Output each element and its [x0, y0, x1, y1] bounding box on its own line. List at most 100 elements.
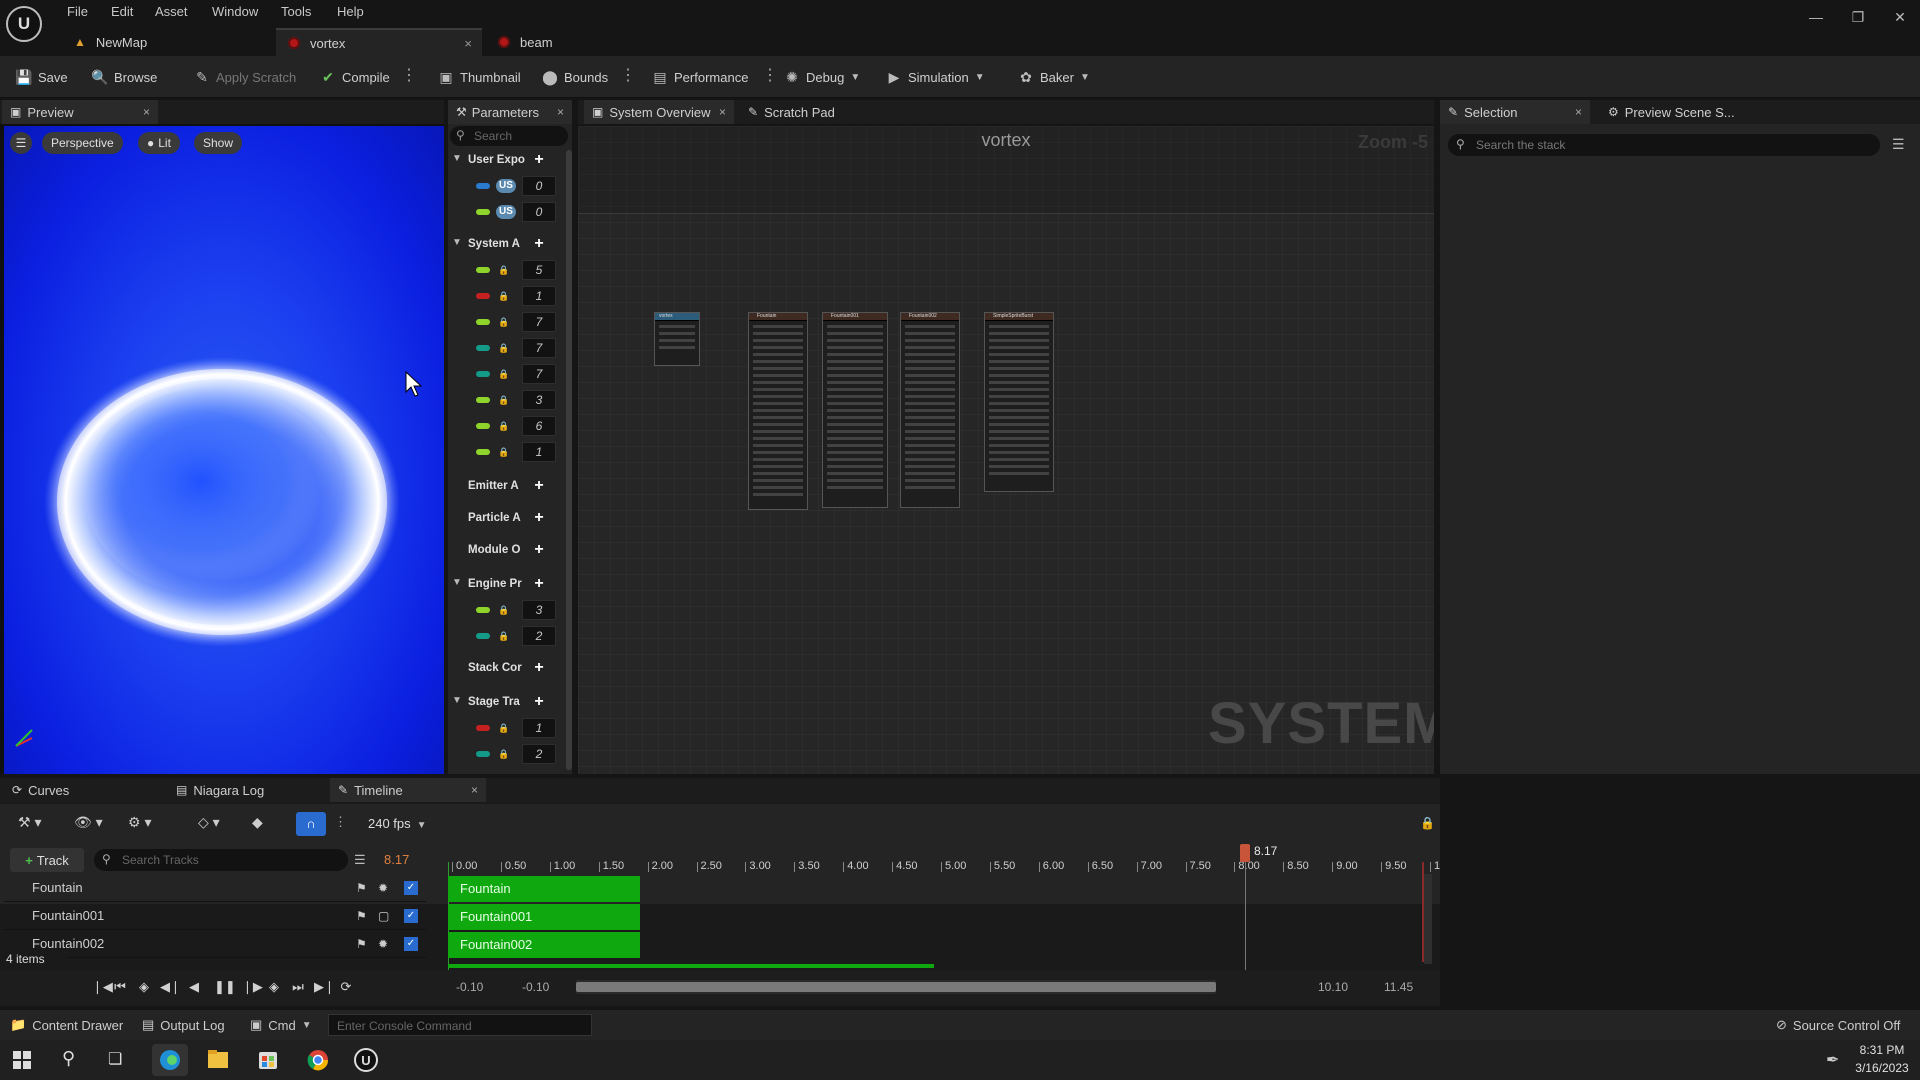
set-start-icon[interactable]: ❘◀: [92, 978, 113, 996]
parameter-value[interactable]: 0: [522, 176, 556, 196]
pen-icon[interactable]: ✒: [1826, 1050, 1839, 1070]
clock-date[interactable]: 3/16/2023: [1850, 1061, 1914, 1075]
playhead-handle[interactable]: [1240, 844, 1250, 862]
pin-icon[interactable]: ⚑: [356, 909, 367, 923]
parameter-value[interactable]: 3: [522, 390, 556, 410]
time-ruler[interactable]: 0.00 0.50 1.00 1.50 2.00 2.50 3.00 3.50 4.00 4.50…: [448, 854, 1440, 872]
category-engine-provided[interactable]: ▼ Engine Pr +: [448, 572, 572, 596]
add-parameter-icon[interactable]: +: [532, 510, 546, 526]
apply-scratch-button[interactable]: ✎ Apply Scratch: [194, 64, 296, 90]
parameter-value[interactable]: 6: [522, 416, 556, 436]
tab-selection[interactable]: ✎ Selection ×: [1440, 100, 1590, 124]
minimize-icon[interactable]: —: [1794, 6, 1838, 28]
category-system-attributes[interactable]: ▼ System A +: [448, 232, 572, 256]
performance-options-icon[interactable]: ⋮: [762, 66, 778, 86]
fountain-section-bar[interactable]: Fountain: [448, 876, 640, 902]
parameter-value[interactable]: 7: [522, 312, 556, 332]
parameter-value[interactable]: 1: [522, 442, 556, 462]
step-back-icon[interactable]: ◀❘: [160, 978, 181, 996]
current-time-readout[interactable]: 8.17: [384, 852, 409, 867]
category-stack-context[interactable]: Stack Cor +: [448, 656, 572, 680]
compile-button[interactable]: ✔ Compile: [320, 64, 390, 90]
tab-system-overview[interactable]: ▣ System Overview ×: [584, 100, 734, 124]
auto-key-icon[interactable]: ◆: [252, 814, 263, 831]
tab-preview-scene-settings[interactable]: ⚙ Preview Scene S...: [1600, 100, 1770, 124]
snap-toggle-icon[interactable]: ∩: [296, 812, 326, 836]
add-parameter-icon[interactable]: +: [532, 694, 546, 710]
cmd-dropdown[interactable]: ▣ Cmd ▼: [250, 1017, 312, 1033]
doc-tab-newmap[interactable]: ▲ NewMap: [62, 28, 272, 56]
bounds-button[interactable]: ⬤ Bounds: [542, 64, 608, 90]
stack-search-input[interactable]: ⚲ Search the stack: [1448, 134, 1880, 156]
parameter-value[interactable]: 2: [522, 744, 556, 764]
track-enabled-checkbox[interactable]: ✓: [404, 881, 418, 895]
output-log-button[interactable]: ▤ Output Log: [142, 1017, 225, 1033]
loop-icon[interactable]: ⟳: [338, 978, 354, 996]
fountain002-section-bar[interactable]: Fountain002: [448, 932, 640, 958]
save-button[interactable]: 💾 Save: [15, 64, 67, 90]
add-parameter-icon[interactable]: +: [532, 152, 546, 168]
node-fountain002[interactable]: Fountain002: [900, 312, 960, 508]
play-reverse-icon[interactable]: ◀: [186, 978, 202, 996]
param-user-1[interactable]: US 0: [448, 200, 572, 224]
parameter-value[interactable]: 0: [522, 202, 556, 222]
microsoft-store-icon[interactable]: [250, 1044, 286, 1076]
view-range-slider[interactable]: [576, 982, 1216, 992]
view-end-value[interactable]: 10.10: [1318, 980, 1348, 994]
close-tab-icon[interactable]: ×: [719, 105, 726, 119]
fps-dropdown[interactable]: 240 fps ▼: [368, 816, 427, 831]
track-enabled-checkbox[interactable]: ✓: [404, 909, 418, 923]
category-module-outputs[interactable]: Module O +: [448, 538, 572, 562]
track-row[interactable]: Fountain002 ⚑ ✹ ✓: [4, 930, 426, 958]
sprite-icon[interactable]: ▢: [378, 909, 389, 923]
param-system-7[interactable]: 🔒 1: [448, 440, 572, 464]
add-parameter-icon[interactable]: +: [532, 660, 546, 676]
expand-arrow-icon[interactable]: ▼: [452, 153, 462, 164]
close-window-icon[interactable]: ✕: [1878, 6, 1920, 28]
filter-icon[interactable]: ☰: [1892, 136, 1905, 153]
sparkle-icon[interactable]: ✹: [378, 881, 388, 895]
menu-window[interactable]: Window: [212, 2, 258, 22]
unreal-engine-taskbar-icon[interactable]: U: [348, 1044, 384, 1076]
param-user-0[interactable]: US 0: [448, 174, 572, 198]
search-tracks-input[interactable]: ⚲ Search Tracks: [94, 849, 348, 871]
previous-key-icon[interactable]: ◈: [136, 978, 152, 996]
track-row[interactable]: Fountain ⚑ ✹ ✓: [4, 874, 426, 902]
doc-tab-beam[interactable]: beam: [486, 28, 692, 56]
add-parameter-icon[interactable]: +: [532, 576, 546, 592]
set-end-icon[interactable]: ▶❘: [314, 978, 335, 996]
range-start-value[interactable]: -0.10: [456, 980, 483, 994]
bounds-options-icon[interactable]: ⋮: [620, 66, 636, 86]
track-row[interactable]: Fountain001 ⚑ ▢ ✓: [4, 902, 426, 930]
key-options-icon[interactable]: ◇ ▾: [198, 814, 220, 831]
add-parameter-icon[interactable]: +: [532, 236, 546, 252]
performance-button[interactable]: ▤ Performance: [652, 64, 748, 90]
param-stage-0[interactable]: 🔒 1: [448, 716, 572, 740]
view-range-track[interactable]: [576, 980, 1216, 994]
task-view-icon[interactable]: ❏: [108, 1049, 122, 1069]
category-user-exposed[interactable]: ▼ User Expo +: [448, 148, 572, 172]
category-stage-transients[interactable]: ▼ Stage Tra +: [448, 690, 572, 714]
parameter-value[interactable]: 2: [522, 626, 556, 646]
lock-icon[interactable]: 🔒: [1420, 816, 1435, 830]
step-forward-icon[interactable]: ❘▶: [242, 978, 263, 996]
simulation-button[interactable]: ▶ Simulation ▼: [886, 64, 985, 90]
pin-icon[interactable]: ⚑: [356, 881, 367, 895]
system-overview-graph[interactable]: vortex Zoom -5 SYSTEM vortex Fountain Fo…: [578, 126, 1434, 774]
parameter-value[interactable]: 3: [522, 600, 556, 620]
add-track-button[interactable]: + Track: [10, 848, 84, 872]
view-options-icon[interactable]: 👁 ▾: [74, 814, 103, 831]
source-control-button[interactable]: ⊘ Source Control Off: [1776, 1017, 1900, 1033]
close-tab-icon[interactable]: ×: [471, 783, 478, 797]
parameter-value[interactable]: 5: [522, 260, 556, 280]
param-engine-1[interactable]: 🔒 2: [448, 624, 572, 648]
menu-help[interactable]: Help: [337, 2, 364, 22]
node-fountain001[interactable]: Fountain001: [822, 312, 888, 508]
playback-options-icon[interactable]: ⚙ ▾: [128, 814, 151, 831]
edit-tools-icon[interactable]: ⚒ ▾: [18, 814, 41, 831]
browse-button[interactable]: 🔍 Browse: [91, 64, 157, 90]
tab-niagara-log[interactable]: ▤ Niagara Log: [168, 778, 328, 802]
clock-time[interactable]: 8:31 PM: [1852, 1043, 1912, 1057]
view-start-value[interactable]: -0.10: [522, 980, 549, 994]
next-key-icon[interactable]: ◈: [266, 978, 282, 996]
